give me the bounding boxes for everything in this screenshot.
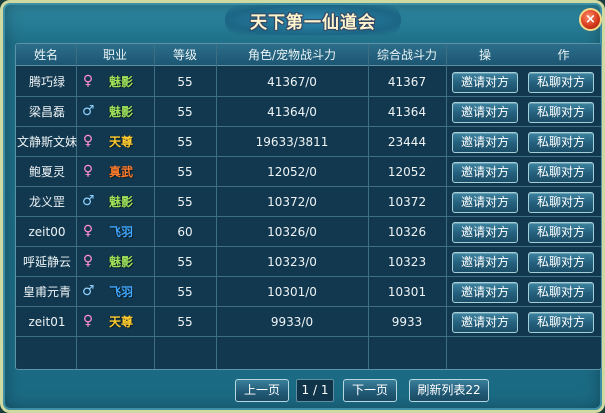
page-indicator: 1 / 1 (296, 379, 334, 402)
job-label: 魅影 (108, 255, 133, 269)
female-gender-icon: ♀ (82, 133, 94, 149)
total-power-value: 41364 (387, 105, 427, 119)
job-label: 天尊 (108, 135, 133, 149)
private-chat-button[interactable]: 私聊对方 (528, 222, 594, 243)
invite-button[interactable]: 邀请对方 (452, 192, 518, 213)
job-label: 天尊 (108, 315, 133, 329)
male-gender-icon: ♂ (82, 103, 95, 119)
close-button[interactable]: × (579, 8, 602, 31)
private-chat-button[interactable]: 私聊对方 (528, 102, 594, 123)
male-gender-icon: ♂ (82, 283, 95, 299)
job-label: 魅影 (108, 105, 133, 119)
private-chat-button[interactable]: 私聊对方 (528, 312, 594, 333)
header-level: 等级 (172, 48, 197, 62)
player-name: 呼延静云 (22, 255, 71, 269)
total-power-value: 9933 (391, 315, 423, 329)
player-name: 腾巧绿 (28, 75, 65, 89)
level-value: 60 (177, 225, 193, 239)
role-pet-power-value: 10323/0 (267, 255, 317, 269)
female-gender-icon: ♀ (82, 223, 94, 239)
female-gender-icon: ♀ (82, 313, 94, 329)
level-value: 55 (177, 255, 193, 269)
role-pet-power-value: 10301/0 (267, 285, 317, 299)
role-pet-power-value: 19633/3811 (255, 135, 329, 149)
table-row: 腾巧绿 ♀ 魅影 55 41367/0 41367 邀请对方 私聊对方 (16, 67, 601, 97)
pagination-bar: 上一页 1 / 1 下一页 刷新列表22 (3, 375, 602, 410)
player-name: zeit00 (28, 225, 66, 239)
invite-button[interactable]: 邀请对方 (452, 282, 518, 303)
role-pet-power-value: 41367/0 (267, 75, 317, 89)
total-power-value: 10372 (387, 195, 427, 209)
total-power-value: 41367 (387, 75, 427, 89)
female-gender-icon: ♀ (82, 163, 94, 179)
invite-button[interactable]: 邀请对方 (452, 132, 518, 153)
table-row: 梁昌磊 ♂ 魅影 55 41364/0 41364 邀请对方 私聊对方 (16, 97, 601, 127)
player-name: 皇甫元青 (22, 285, 71, 299)
male-gender-icon: ♂ (82, 193, 95, 209)
invite-button[interactable]: 邀请对方 (452, 102, 518, 123)
job-label: 飞羽 (108, 225, 133, 239)
player-name: 文静斯文妹 (16, 135, 77, 149)
level-value: 55 (177, 135, 193, 149)
invite-button[interactable]: 邀请对方 (452, 162, 518, 183)
player-name: 龙义罡 (28, 195, 65, 209)
female-gender-icon: ♀ (82, 253, 94, 269)
header-name: 姓名 (33, 48, 58, 62)
total-power-value: 10323 (387, 255, 427, 269)
level-value: 55 (177, 285, 193, 299)
table-row: 文静斯文妹 ♀ 天尊 55 19633/3811 23444 邀请对方 私聊对方 (16, 127, 601, 157)
title-bar: 天下第一仙道会 × (3, 3, 602, 37)
table-row: 龙义罡 ♂ 魅影 55 10372/0 10372 邀请对方 私聊对方 (16, 187, 601, 217)
female-gender-icon: ♀ (82, 73, 94, 89)
role-pet-power-value: 10372/0 (267, 195, 317, 209)
level-value: 55 (177, 195, 193, 209)
header-total-power: 综合战斗力 (376, 48, 437, 62)
table-row: 鲍夏灵 ♀ 真武 55 12052/0 12052 邀请对方 私聊对方 (16, 157, 601, 187)
header-job: 职业 (102, 48, 127, 62)
private-chat-button[interactable]: 私聊对方 (528, 252, 594, 273)
invite-button[interactable]: 邀请对方 (452, 222, 518, 243)
next-page-button[interactable]: 下一页 (343, 379, 397, 402)
total-power-value: 12052 (387, 165, 427, 179)
table-row: 呼延静云 ♀ 魅影 55 10323/0 10323 邀请对方 私聊对方 (16, 247, 601, 277)
invite-button[interactable]: 邀请对方 (452, 72, 518, 93)
total-power-value: 23444 (387, 135, 427, 149)
level-value: 55 (177, 105, 193, 119)
game-dialog-window: 天下第一仙道会 × 姓名 职业 等级 角色/宠物战斗力 综合战斗力 操 作 腾巧… (0, 0, 605, 413)
ranking-table: 姓名 职业 等级 角色/宠物战斗力 综合战斗力 操 作 腾巧绿 ♀ 魅影 55 4136… (15, 43, 602, 370)
table-header: 姓名 职业 等级 角色/宠物战斗力 综合战斗力 操 作 (16, 44, 601, 66)
player-name: 梁昌磊 (28, 105, 65, 119)
table-row: 皇甫元青 ♂ 飞羽 55 10301/0 10301 邀请对方 私聊对方 (16, 277, 601, 307)
header-operation-2: 作 (557, 48, 570, 62)
role-pet-power-value: 41364/0 (267, 105, 317, 119)
total-power-value: 10326 (387, 225, 427, 239)
private-chat-button[interactable]: 私聊对方 (528, 162, 594, 183)
job-label: 魅影 (108, 75, 133, 89)
invite-button[interactable]: 邀请对方 (452, 252, 518, 273)
header-role-pet-power: 角色/宠物战斗力 (247, 48, 337, 62)
level-value: 55 (177, 165, 193, 179)
table-row: zeit01 ♀ 天尊 55 9933/0 9933 邀请对方 私聊对方 (16, 307, 601, 337)
level-value: 55 (177, 315, 193, 329)
header-operation-1: 操 (478, 48, 491, 62)
player-name: zeit01 (28, 315, 66, 329)
private-chat-button[interactable]: 私聊对方 (528, 132, 594, 153)
level-value: 55 (177, 75, 193, 89)
role-pet-power-value: 9933/0 (270, 315, 314, 329)
refresh-list-button[interactable]: 刷新列表22 (409, 379, 489, 402)
player-name: 鲍夏灵 (28, 165, 65, 179)
role-pet-power-value: 10326/0 (267, 225, 317, 239)
role-pet-power-value: 12052/0 (267, 165, 317, 179)
dialog-title: 天下第一仙道会 (250, 13, 376, 33)
job-label: 真武 (108, 165, 133, 179)
table-row: zeit00 ♀ 飞羽 60 10326/0 10326 邀请对方 私聊对方 (16, 217, 601, 247)
total-power-value: 10301 (387, 285, 427, 299)
private-chat-button[interactable]: 私聊对方 (528, 72, 594, 93)
invite-button[interactable]: 邀请对方 (452, 312, 518, 333)
private-chat-button[interactable]: 私聊对方 (528, 192, 594, 213)
private-chat-button[interactable]: 私聊对方 (528, 282, 594, 303)
job-label: 飞羽 (108, 285, 133, 299)
job-label: 魅影 (108, 195, 133, 209)
prev-page-button[interactable]: 上一页 (235, 379, 289, 402)
